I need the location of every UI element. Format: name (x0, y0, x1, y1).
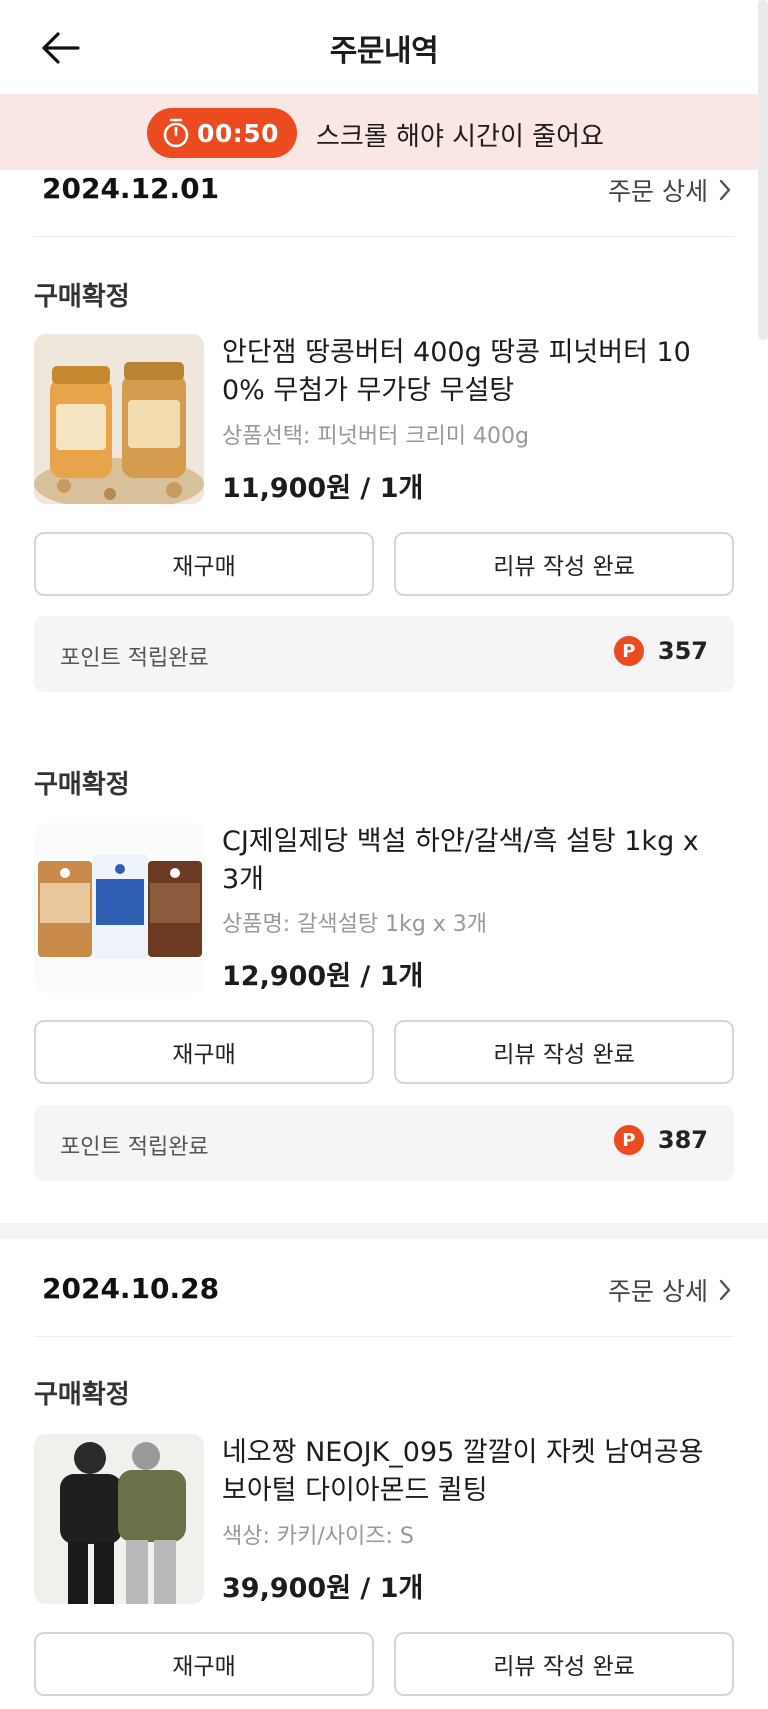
rebuy-button[interactable]: 재구매 (34, 1020, 374, 1084)
rebuy-button[interactable]: 재구매 (34, 532, 374, 596)
product-name-line: 안단잼 땅콩버터 400g 땅콩 피넛버터 10 (222, 337, 691, 368)
padded-jackets-image (34, 1434, 204, 1604)
page-title: 주문내역 (329, 34, 439, 69)
product-option: 상품명: 갈색설탕 1kg x 3개 (222, 912, 488, 937)
product-name-line: 3개 (222, 864, 265, 895)
product-price: 12,900원 / 1개 (222, 961, 424, 992)
scrollbar[interactable] (758, 0, 768, 340)
order-detail-label: 주문 상세 (608, 177, 708, 206)
rebuy-button[interactable]: 재구매 (34, 1632, 374, 1696)
product-option: 색상: 카키/사이즈: S (222, 1524, 414, 1549)
chevron-right-icon (719, 179, 731, 201)
order-status: 구매확정 (34, 1380, 130, 1410)
points-box: 포인트 적립완료 P 387 (34, 1105, 734, 1181)
product-image[interactable] (34, 334, 204, 504)
product-name-line: 0% 무첨가 무가당 무설탕 (222, 375, 515, 406)
review-complete-button[interactable]: 리뷰 작성 완료 (394, 1020, 734, 1084)
app-header: 주문내역 (0, 0, 768, 94)
peanut-butter-jars-image (34, 334, 204, 504)
product-price: 11,900원 / 1개 (222, 473, 424, 504)
points-box: 포인트 적립완료 P 357 (34, 616, 734, 692)
order-date: 2024.10.28 (42, 1272, 220, 1305)
order-status: 구매확정 (34, 282, 130, 312)
order-status: 구매확정 (34, 770, 130, 800)
divider (34, 1336, 734, 1337)
points-amount: 357 (657, 637, 708, 665)
stopwatch-icon (163, 118, 189, 148)
review-complete-button[interactable]: 리뷰 작성 완료 (394, 532, 734, 596)
order-detail-label: 주문 상세 (608, 1277, 708, 1306)
points-value-group: P 357 (613, 636, 708, 666)
product-option: 상품선택: 피넛버터 크리미 400g (222, 424, 529, 449)
section-separator (0, 1223, 768, 1239)
order-detail-link[interactable]: 주문 상세 (608, 1272, 732, 1308)
product-name-line: CJ제일제당 백설 하얀/갈색/흑 설탕 1kg x (222, 826, 699, 857)
point-icon: P (613, 636, 644, 666)
point-icon: P (613, 1125, 644, 1155)
points-value-group: P 387 (613, 1125, 708, 1155)
product-image[interactable] (34, 823, 204, 993)
order-detail-link[interactable]: 주문 상세 (608, 172, 732, 208)
timer-message: 스크롤 해야 시간이 줄어요 (316, 122, 604, 152)
product-name[interactable]: 안단잼 땅콩버터 400g 땅콩 피넛버터 10 0% 무첨가 무가당 무설탕 (222, 334, 728, 410)
product-name-line: 보아털 다이아몬드 퀼팅 (222, 1475, 488, 1506)
order-date: 2024.12.01 (42, 172, 220, 205)
points-label: 포인트 적립완료 (60, 646, 209, 671)
timer-pill: 00:50 (147, 108, 297, 158)
product-name-line: 네오짱 NEOJK_095 깔깔이 자켓 남여공용 (222, 1437, 704, 1468)
product-image[interactable] (34, 1434, 204, 1604)
points-label: 포인트 적립완료 (60, 1135, 209, 1160)
divider (34, 236, 734, 237)
sugar-bags-image (34, 823, 204, 993)
review-complete-button[interactable]: 리뷰 작성 완료 (394, 1632, 734, 1696)
product-name[interactable]: CJ제일제당 백설 하얀/갈색/흑 설탕 1kg x 3개 (222, 823, 728, 899)
chevron-right-icon (719, 1279, 731, 1301)
timer-value: 00:50 (197, 118, 280, 148)
product-price: 39,900원 / 1개 (222, 1573, 424, 1604)
product-name[interactable]: 네오짱 NEOJK_095 깔깔이 자켓 남여공용 보아털 다이아몬드 퀼팅 (222, 1434, 728, 1510)
points-amount: 387 (657, 1126, 708, 1154)
